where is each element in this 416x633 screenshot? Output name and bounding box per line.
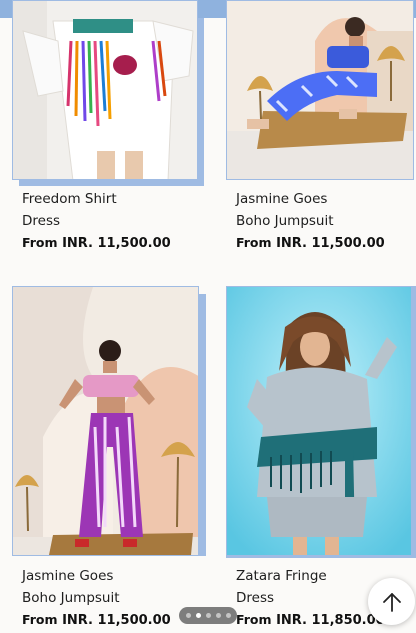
price-value: INR. 11,850.00 [276, 613, 385, 628]
product-card-jasmine-goes-2[interactable]: Jasmine Goes Boho Jumpsuit From INR. 11,… [12, 286, 208, 633]
product-card-freedom-shirt[interactable]: Freedom Shirt Dress From INR. 11,500.00 [12, 0, 204, 260]
product-price: From INR. 11,500.00 [236, 234, 385, 253]
product-image[interactable] [226, 0, 414, 180]
product-image-illustration [13, 1, 197, 179]
price-prefix: From [22, 612, 58, 627]
product-name-line2[interactable]: Dress [22, 210, 60, 232]
pagination-dot-active[interactable] [195, 613, 201, 618]
product-image[interactable] [12, 0, 198, 180]
product-image-illustration [227, 1, 413, 179]
pagination-dot[interactable] [225, 613, 231, 618]
product-card-jasmine-goes-1[interactable]: Jasmine Goes Boho Jumpsuit From INR. 11,… [226, 0, 416, 260]
price-value: INR. 11,500.00 [62, 236, 171, 251]
price-prefix: From [236, 612, 272, 627]
pagination-dot[interactable] [215, 613, 221, 618]
pagination-dot[interactable] [185, 613, 191, 618]
product-image-illustration [13, 287, 198, 555]
product-price: From INR. 11,500.00 [22, 611, 171, 630]
product-name-line1[interactable]: Freedom Shirt [22, 188, 117, 210]
product-name-line2[interactable]: Dress [236, 587, 274, 609]
product-image-illustration [227, 287, 411, 555]
scroll-to-top-button[interactable] [368, 578, 415, 625]
price-value: INR. 11,500.00 [276, 236, 385, 251]
price-value: INR. 11,500.00 [62, 613, 171, 628]
product-name-line2[interactable]: Boho Jumpsuit [22, 587, 120, 609]
product-image[interactable] [226, 286, 412, 556]
price-prefix: From [22, 235, 58, 250]
arrow-up-icon [382, 592, 401, 612]
product-price: From INR. 11,500.00 [22, 234, 171, 253]
product-name-line1[interactable]: Jasmine Goes [236, 188, 327, 210]
product-name-line2[interactable]: Boho Jumpsuit [236, 210, 334, 232]
price-prefix: From [236, 235, 272, 250]
product-price: From INR. 11,850.00 [236, 611, 385, 630]
pagination-dot[interactable] [205, 613, 211, 618]
product-name-line1[interactable]: Zatara Fringe [236, 565, 327, 587]
product-name-line1[interactable]: Jasmine Goes [22, 565, 113, 587]
carousel-pagination [179, 607, 237, 624]
product-image[interactable] [12, 286, 199, 556]
